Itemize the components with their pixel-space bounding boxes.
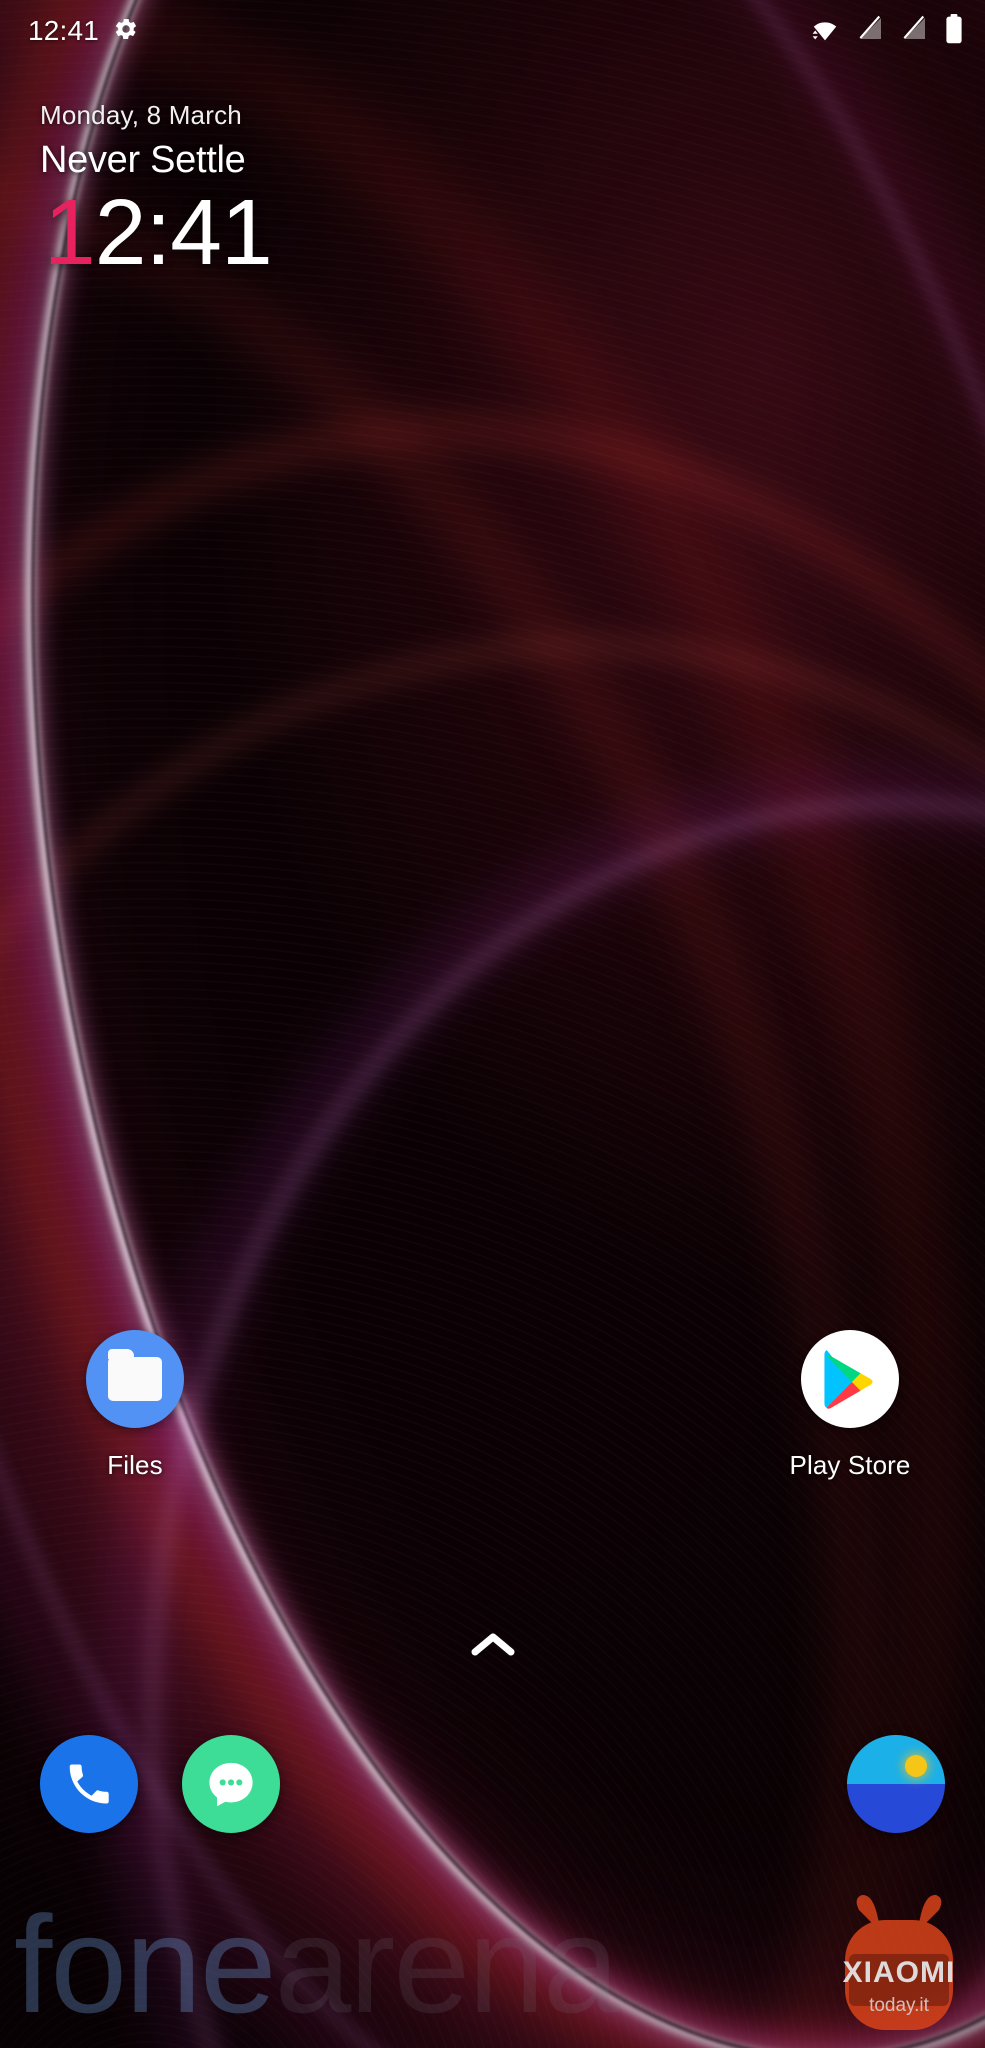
chevron-up-icon[interactable] bbox=[469, 1630, 517, 1665]
app-shortcut-play-store[interactable]: Play Store bbox=[755, 1330, 945, 1481]
home-app-grid: Files Play Store bbox=[0, 1330, 985, 1481]
status-bar-right bbox=[810, 13, 963, 49]
app-label-play-store: Play Store bbox=[789, 1450, 911, 1480]
dock bbox=[0, 1735, 985, 1833]
widget-date: Monday, 8 March bbox=[40, 100, 242, 130]
phone-screen: 12:41 Monday, 8 March Never Settle 12:41… bbox=[0, 0, 985, 2048]
photos-gallery-icon[interactable] bbox=[847, 1735, 945, 1833]
status-bar-clock: 12:41 bbox=[28, 15, 100, 46]
app-label-files: Files bbox=[107, 1450, 163, 1480]
play-store-icon[interactable] bbox=[801, 1330, 899, 1428]
sim1-no-signal-icon[interactable] bbox=[857, 15, 884, 47]
app-shortcut-files[interactable]: Files bbox=[40, 1330, 230, 1481]
phone-icon[interactable] bbox=[40, 1735, 138, 1833]
widget-clock: 12:41 bbox=[44, 183, 273, 282]
widget-clock-accent-digit: 1 bbox=[44, 180, 96, 284]
widget-tagline: Never Settle bbox=[40, 139, 246, 181]
status-bar-left: 12:41 bbox=[28, 15, 139, 47]
wifi-icon[interactable] bbox=[810, 15, 840, 48]
files-folder-icon[interactable] bbox=[86, 1330, 184, 1428]
clock-widget[interactable]: Monday, 8 March Never Settle 12:41 bbox=[40, 100, 273, 282]
folder-glyph bbox=[108, 1349, 162, 1401]
app-drawer-handle[interactable] bbox=[0, 1630, 985, 1665]
status-bar[interactable]: 12:41 bbox=[0, 0, 985, 62]
sun-glyph bbox=[905, 1755, 927, 1777]
widget-clock-rest: 2:41 bbox=[94, 180, 273, 284]
settings-gear-icon[interactable] bbox=[113, 16, 139, 47]
sim2-no-signal-icon[interactable] bbox=[901, 15, 928, 47]
battery-icon[interactable] bbox=[945, 13, 963, 49]
messages-bubble-icon[interactable] bbox=[182, 1735, 280, 1833]
